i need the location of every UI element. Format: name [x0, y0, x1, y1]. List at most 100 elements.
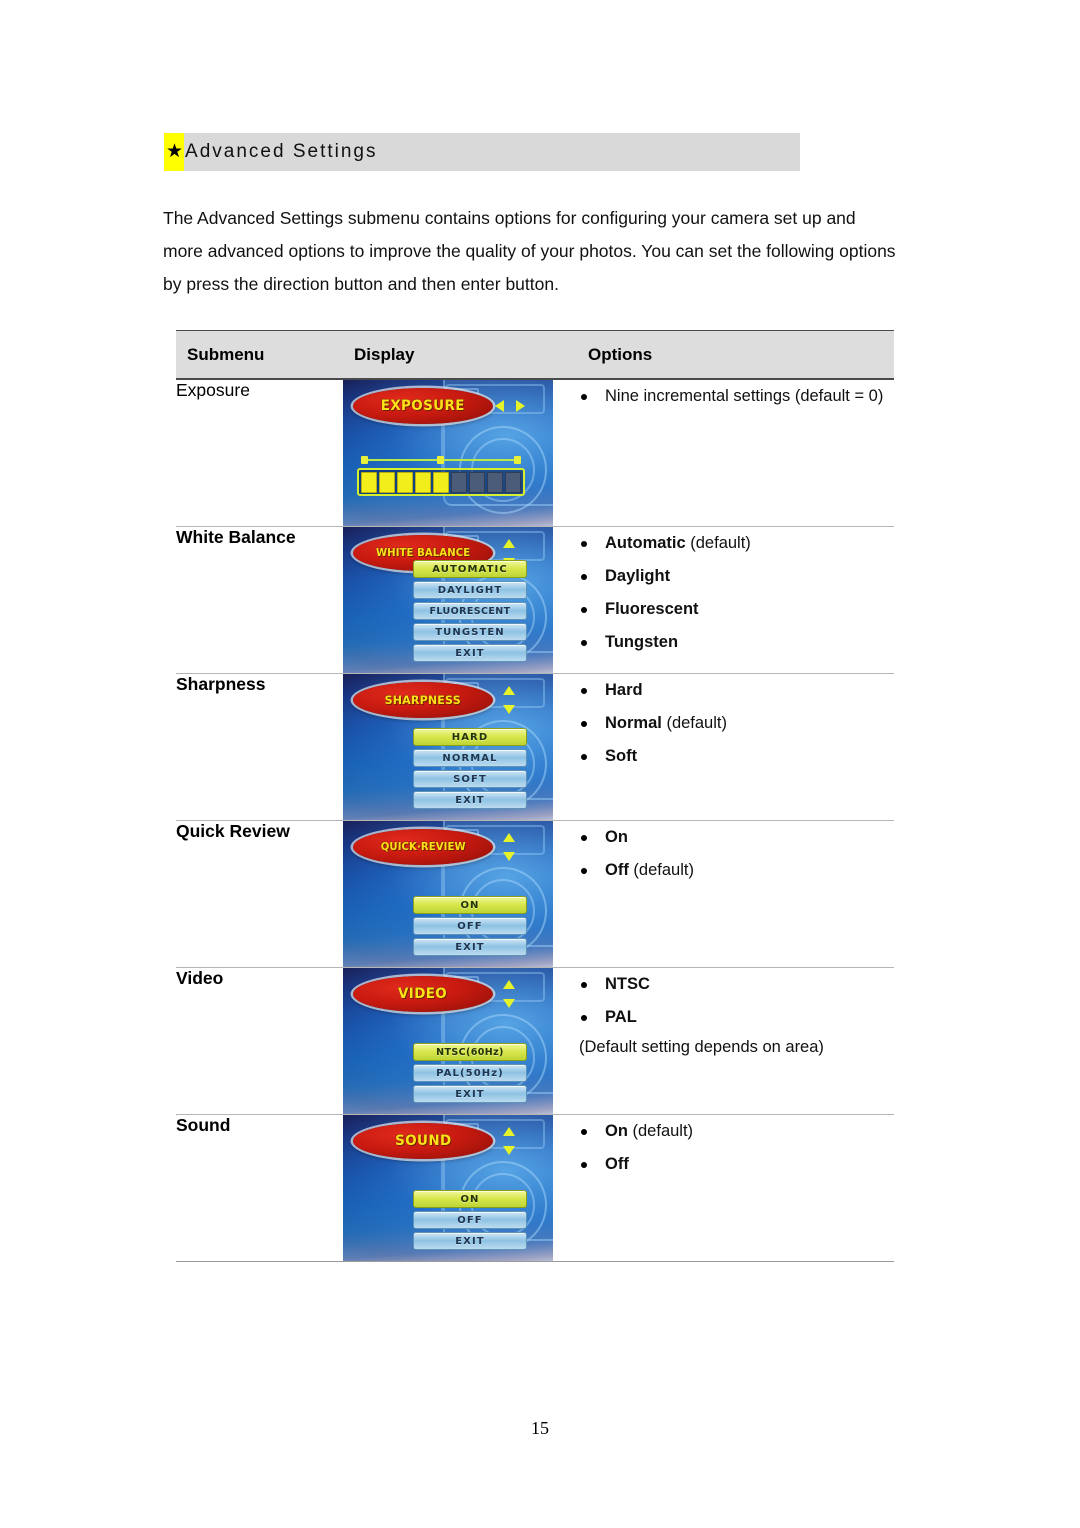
camera-lcd-screenshot: SHARPNESS HARD NORMAL SOFT EXIT — [343, 674, 553, 820]
table-row: Sound SOUND ON OFF EXIT On (default) Off — [176, 1114, 894, 1262]
table-row: Exposure EXPOSURE Nine incremental setting… — [176, 379, 894, 527]
column-header-options: Options — [577, 330, 894, 380]
column-header-submenu: Submenu — [176, 330, 343, 380]
arrow-up-icon — [503, 980, 515, 989]
lcd-menu-button[interactable]: SOFT — [413, 770, 527, 788]
intro-line-2: more advanced options to improve the qua… — [163, 241, 896, 261]
exposure-scale-marker-left — [361, 456, 368, 464]
lcd-title-badge: SOUND — [353, 1123, 493, 1159]
lcd-menu-button[interactable]: EXIT — [413, 644, 527, 662]
table-body: Exposure EXPOSURE Nine incremental setting… — [176, 379, 894, 1262]
display-cell: QUICK·REVIEW ON OFF EXIT — [343, 820, 577, 968]
camera-lcd-screenshot: SOUND ON OFF EXIT — [343, 1115, 553, 1261]
options-list: On (default) Off — [577, 1115, 894, 1181]
lcd-menu-button[interactable]: HARD — [413, 728, 527, 746]
exposure-segment — [504, 471, 521, 493]
option-label: On — [605, 1122, 628, 1140]
option-label: Automatic — [605, 534, 686, 552]
exposure-segment — [378, 471, 396, 493]
option-item: Off (default) — [577, 854, 894, 887]
section-heading-band: ★ Advanced Settings — [164, 133, 800, 171]
options-cell: Automatic (default) Daylight Fluorescent Tu… — [577, 526, 894, 674]
lcd-menu-list: ON OFF EXIT — [413, 896, 527, 959]
lcd-menu-button[interactable]: TUNGSTEN — [413, 623, 527, 641]
option-label: Daylight — [605, 567, 671, 585]
display-cell: WHITE BALANCE AUTOMATIC DAYLIGHT FLUORESCEN… — [343, 526, 577, 674]
exposure-segment — [432, 471, 450, 493]
table-header-row: Submenu Display Options — [176, 330, 894, 380]
option-item: PAL — [577, 1001, 894, 1034]
intro-paragraph: The Advanced Settings submenu contains o… — [163, 202, 920, 301]
intro-line-3: by press the direction button and then e… — [163, 274, 559, 294]
lcd-title-badge: VIDEO — [353, 976, 493, 1012]
lcd-menu-button[interactable]: NORMAL — [413, 749, 527, 767]
option-default-note: (default) — [661, 714, 727, 732]
option-item: Daylight — [577, 560, 894, 593]
exposure-segment — [361, 471, 378, 493]
option-item: Off — [577, 1148, 894, 1181]
option-label: On — [605, 828, 628, 846]
lcd-title-text: WHITE BALANCE — [375, 547, 471, 559]
lcd-menu-button[interactable]: ON — [413, 1190, 527, 1208]
page-title: Advanced Settings — [185, 141, 378, 162]
lcd-menu-button[interactable]: OFF — [413, 1211, 527, 1229]
column-header-display: Display — [343, 330, 577, 380]
option-label: NTSC — [605, 975, 650, 993]
options-list: NTSC PAL — [577, 968, 894, 1034]
option-label: Fluorescent — [605, 600, 699, 618]
lcd-title-badge: SHARPNESS — [353, 682, 493, 718]
lcd-menu-button[interactable]: AUTOMATIC — [413, 560, 527, 578]
lcd-menu-button[interactable]: EXIT — [413, 1232, 527, 1250]
table-row: Quick Review QUICK·REVIEW ON OFF EXIT On Off (… — [176, 820, 894, 968]
intro-line-1: The Advanced Settings submenu contains o… — [163, 208, 856, 228]
exposure-segment — [396, 471, 414, 493]
option-item: Automatic (default) — [577, 527, 894, 560]
submenu-cell: Quick Review — [176, 820, 343, 968]
lcd-menu-button[interactable]: PAL(50Hz) — [413, 1064, 527, 1082]
lcd-menu-button[interactable]: ON — [413, 896, 527, 914]
up-down-arrows-icon — [501, 1127, 517, 1155]
arrow-up-icon — [503, 833, 515, 842]
page-number: 15 — [531, 1418, 549, 1438]
option-default-note: (default) — [628, 861, 694, 879]
lcd-menu-list: HARD NORMAL SOFT EXIT — [413, 728, 527, 812]
options-note: (Default setting depends on area) — [579, 1038, 824, 1056]
lcd-menu-button[interactable]: OFF — [413, 917, 527, 935]
arrow-up-icon — [503, 539, 515, 548]
lcd-menu-button[interactable]: EXIT — [413, 938, 527, 956]
up-down-arrows-icon — [501, 833, 517, 861]
options-cell: Nine incremental settings (default = 0) — [577, 379, 894, 527]
display-cell: EXPOSURE — [343, 379, 577, 527]
arrow-right-icon — [516, 400, 525, 412]
camera-lcd-screenshot: WHITE BALANCE AUTOMATIC DAYLIGHT FLUORESCEN… — [343, 527, 553, 673]
submenu-cell: Sharpness — [176, 673, 343, 821]
exposure-scale-marker-right — [514, 456, 521, 464]
submenu-cell: Video — [176, 967, 343, 1115]
lcd-menu-button[interactable]: FLUORESCENT — [413, 602, 527, 620]
lcd-menu-button[interactable]: EXIT — [413, 791, 527, 809]
options-list: Automatic (default) Daylight Fluorescent Tu… — [577, 527, 894, 659]
option-item: Tungsten — [577, 626, 894, 659]
arrow-up-icon — [503, 686, 515, 695]
option-label: Off — [605, 861, 629, 879]
camera-lcd-screenshot: EXPOSURE — [343, 380, 553, 526]
camera-lcd-screenshot: QUICK·REVIEW ON OFF EXIT — [343, 821, 553, 967]
options-cell: On Off (default) — [577, 820, 894, 968]
option-item: Fluorescent — [577, 593, 894, 626]
lcd-menu-button[interactable]: EXIT — [413, 1085, 527, 1103]
arrow-down-icon — [503, 999, 515, 1008]
exposure-level-bar — [357, 468, 525, 496]
lcd-menu-list: NTSC(60Hz) PAL(50Hz) EXIT — [413, 1043, 527, 1106]
display-cell: VIDEO NTSC(60Hz) PAL(50Hz) EXIT — [343, 967, 577, 1115]
option-item: Normal (default) — [577, 707, 894, 740]
option-item: Nine incremental settings (default = 0) — [577, 380, 894, 413]
option-item: NTSC — [577, 968, 894, 1001]
submenu-cell: Exposure — [176, 379, 343, 527]
options-list: Nine incremental settings (default = 0) — [577, 380, 894, 413]
option-label: Tungsten — [605, 633, 679, 651]
advanced-settings-table: Submenu Display Options Exposure EXPOSURE… — [176, 330, 894, 1262]
option-default-note: (default) — [685, 534, 751, 552]
option-default-note: (default) — [627, 1122, 694, 1140]
lcd-menu-button[interactable]: NTSC(60Hz) — [413, 1043, 527, 1061]
lcd-menu-button[interactable]: DAYLIGHT — [413, 581, 527, 599]
